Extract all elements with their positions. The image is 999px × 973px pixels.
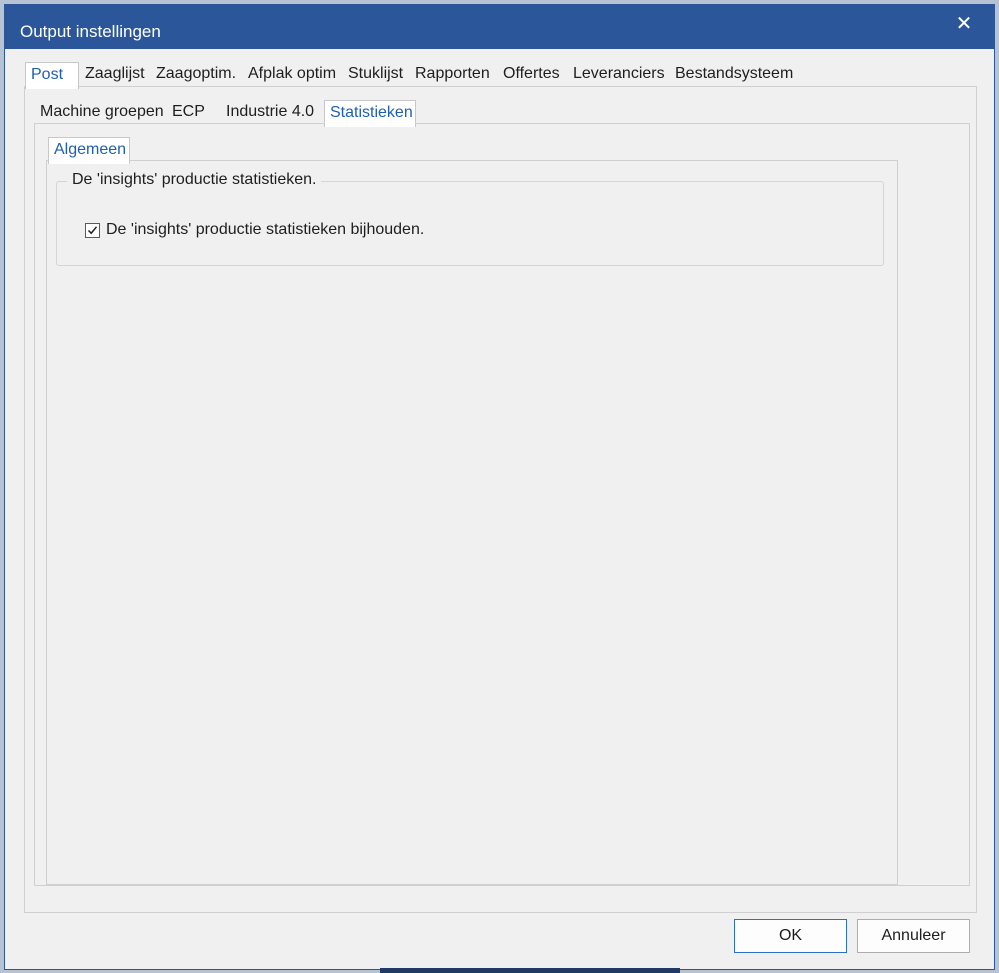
tab-stuklijst[interactable]: Stuklijst	[343, 62, 408, 88]
tab-statistieken[interactable]: Statistieken	[324, 100, 416, 127]
groupbox-title: De 'insights' productie statistieken.	[67, 171, 322, 189]
tab-bestandsysteem[interactable]: Bestandsysteem	[670, 62, 798, 88]
insights-checkbox[interactable]	[85, 222, 100, 238]
window-title: Output instellingen	[20, 22, 161, 41]
tab-machine-groepen[interactable]: Machine groepen	[35, 100, 169, 126]
tab-offertes[interactable]: Offertes	[498, 62, 565, 88]
checkmark-icon	[87, 225, 98, 234]
insights-checkbox-label: De 'insights' productie statistieken bij…	[106, 221, 425, 238]
cancel-button[interactable]: Annuleer	[857, 919, 970, 953]
title-bar: Output instellingen ✕	[5, 5, 994, 49]
ok-button[interactable]: OK	[734, 919, 847, 953]
close-icon: ✕	[955, 13, 973, 35]
insights-checkbox-row[interactable]: De 'insights' productie statistieken bij…	[85, 221, 424, 239]
tab-afplak-optim[interactable]: Afplak optim	[243, 62, 341, 88]
close-button[interactable]: ✕	[938, 5, 990, 43]
tab-ecp[interactable]: ECP	[167, 100, 210, 126]
insights-groupbox: De 'insights' productie statistieken. De…	[56, 171, 884, 266]
tab-zaaglijst[interactable]: Zaaglijst	[80, 62, 150, 88]
tab-industrie-4-0[interactable]: Industrie 4.0	[221, 100, 319, 126]
tab-algemeen[interactable]: Algemeen	[48, 137, 130, 164]
tab-zaagoptim[interactable]: Zaagoptim.	[151, 62, 241, 88]
tab-leveranciers[interactable]: Leveranciers	[568, 62, 670, 88]
inner-tab-panel	[46, 160, 898, 885]
dialog-window: Output instellingen ✕ Post Zaaglijst Zaa…	[4, 4, 995, 970]
taskbar-strip	[380, 968, 680, 973]
tab-post[interactable]: Post	[25, 62, 79, 89]
tab-rapporten[interactable]: Rapporten	[410, 62, 495, 88]
